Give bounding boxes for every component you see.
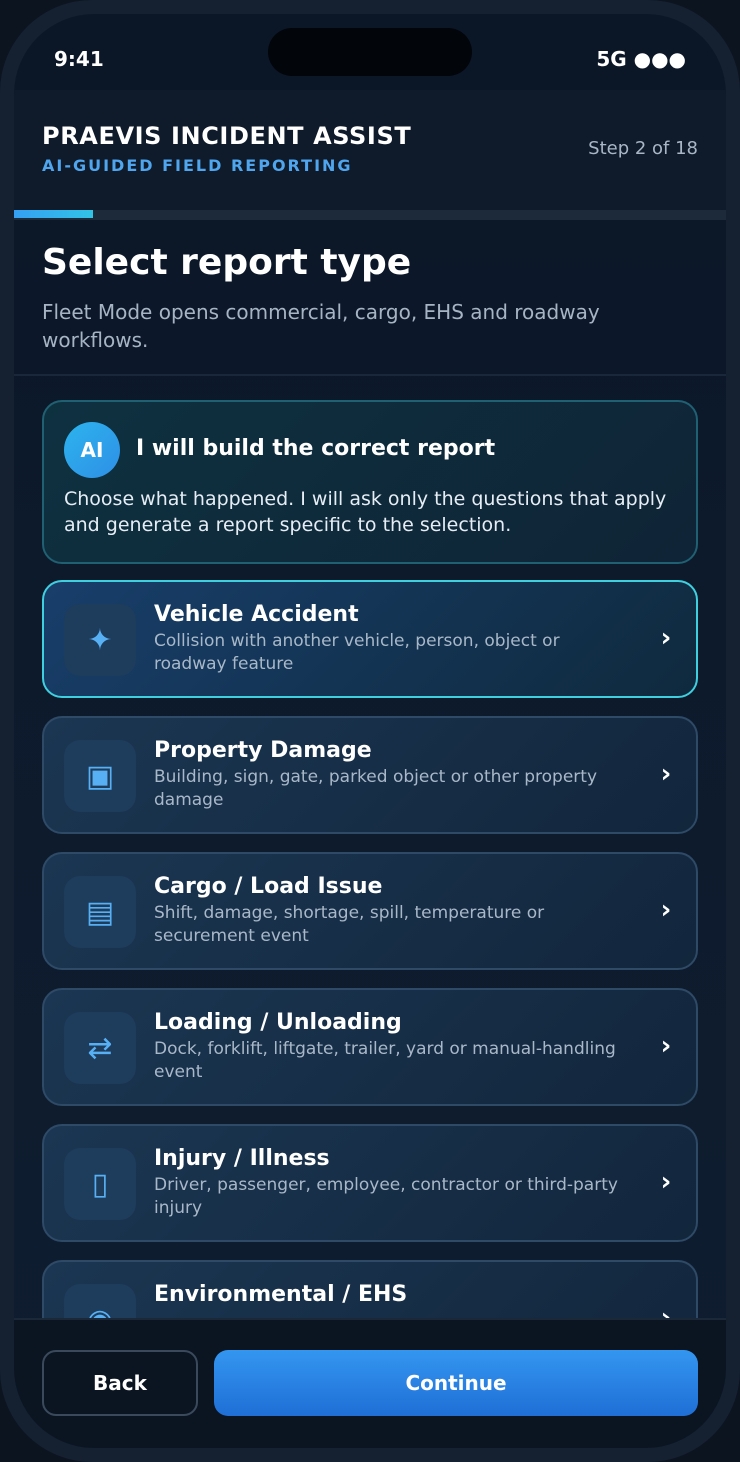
swap-arrows-icon: ⇄ — [64, 1012, 136, 1084]
option-description: Shift, damage, shortage, spill, temperat… — [154, 903, 545, 946]
status-time: 9:41 — [54, 47, 104, 71]
option-property-damage[interactable]: ▣ Property Damage Building, sign, gate, … — [42, 716, 698, 834]
chevron-right-icon: › — [660, 1167, 672, 1197]
option-title: Loading / Unloading — [154, 1010, 402, 1035]
option-description: Collision with another vehicle, person, … — [154, 631, 560, 674]
back-button[interactable]: Back — [42, 1350, 198, 1416]
network-status: 5G ●●● — [596, 47, 686, 71]
square-icon: ▣ — [64, 740, 136, 812]
option-title: Vehicle Accident — [154, 602, 359, 627]
injury-icon: ▯ — [64, 1148, 136, 1220]
option-title: Environmental / EHS — [154, 1282, 408, 1307]
ai-badge: AI — [64, 422, 120, 478]
app-title: PRAEVIS INCIDENT ASSIST — [42, 122, 412, 150]
page-title: Select report type — [42, 242, 412, 283]
ai-card-text: Choose what happened. I will ask only th… — [64, 488, 667, 536]
app-subtitle: AI-GUIDED FIELD REPORTING — [42, 156, 353, 175]
option-title: Injury / Illness — [154, 1146, 330, 1171]
app-screen: 9:41 5G ●●● PRAEVIS INCIDENT ASSIST AI-G… — [14, 14, 726, 1448]
progress-bar — [14, 210, 726, 220]
option-cargo-load-issue[interactable]: ▤ Cargo / Load Issue Shift, damage, shor… — [42, 852, 698, 970]
chevron-right-icon: › — [660, 1031, 672, 1061]
option-title: Property Damage — [154, 738, 372, 763]
option-injury-illness[interactable]: ▯ Injury / Illness Driver, passenger, em… — [42, 1124, 698, 1242]
cargo-icon: ▤ — [64, 876, 136, 948]
option-description: Building, sign, gate, parked object or o… — [154, 767, 598, 810]
step-indicator: Step 2 of 18 — [588, 138, 698, 159]
device-frame: 9:41 5G ●●● PRAEVIS INCIDENT ASSIST AI-G… — [0, 0, 740, 1462]
option-vehicle-accident[interactable]: ✦ Vehicle Accident Collision with anothe… — [42, 580, 698, 698]
option-description: Dock, forklift, liftgate, trailer, yard … — [154, 1039, 616, 1082]
divider — [14, 374, 726, 376]
option-description: Driver, passenger, employee, contractor … — [154, 1175, 618, 1218]
ai-assistant-card: AI I will build the correct report Choos… — [42, 400, 698, 564]
dynamic-island — [268, 28, 472, 76]
option-loading-unloading[interactable]: ⇄ Loading / Unloading Dock, forklift, li… — [42, 988, 698, 1106]
chevron-right-icon: › — [660, 623, 672, 653]
option-title: Cargo / Load Issue — [154, 874, 383, 899]
sparkle-icon: ✦ — [64, 604, 136, 676]
page-description: Fleet Mode opens commercial, cargo, EHS … — [42, 300, 600, 352]
progress-fill — [14, 210, 94, 218]
continue-button[interactable]: Continue — [214, 1350, 698, 1416]
chevron-right-icon: › — [660, 895, 672, 925]
ai-card-title: I will build the correct report — [136, 436, 496, 461]
chevron-right-icon: › — [660, 759, 672, 789]
app-header: PRAEVIS INCIDENT ASSIST AI-GUIDED FIELD … — [14, 90, 726, 210]
bottom-action-bar: Back Continue — [14, 1318, 726, 1448]
